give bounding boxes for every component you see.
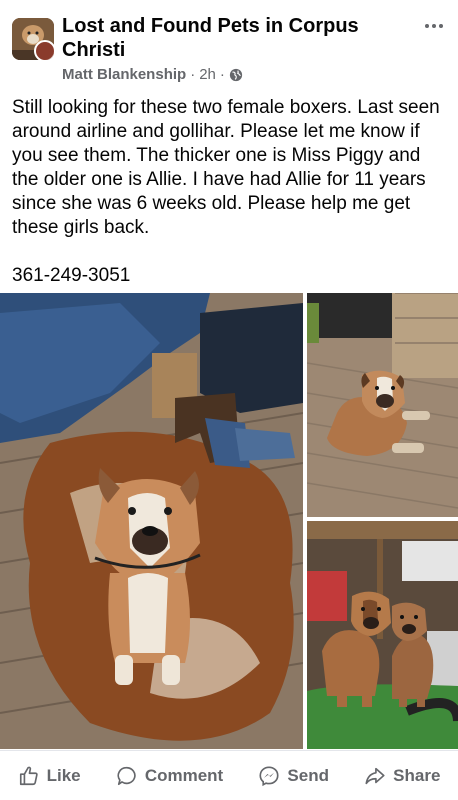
photo-main-image bbox=[0, 293, 303, 749]
post-meta: Matt Blankenship · 2h · bbox=[62, 66, 243, 83]
photo-main[interactable] bbox=[0, 293, 303, 749]
share-icon bbox=[365, 767, 385, 784]
comment-icon bbox=[117, 766, 136, 785]
send-label: Send bbox=[287, 765, 329, 785]
post-header: Lost and Found Pets in Corpus Christi Ma… bbox=[0, 0, 458, 92]
globe-icon[interactable] bbox=[229, 68, 243, 82]
group-sub-avatar bbox=[34, 40, 54, 60]
photo-grid bbox=[0, 293, 458, 749]
send-button[interactable]: Send bbox=[258, 765, 329, 787]
more-options-icon[interactable] bbox=[420, 14, 448, 38]
like-icon bbox=[19, 766, 38, 785]
post-time[interactable]: 2h bbox=[199, 66, 216, 83]
meta-separator: · bbox=[190, 66, 196, 83]
share-label: Share bbox=[393, 765, 441, 785]
author-name[interactable]: Matt Blankenship bbox=[62, 66, 186, 83]
like-label: Like bbox=[46, 765, 81, 785]
comment-button[interactable]: Comment bbox=[116, 765, 223, 787]
group-name[interactable]: Lost and Found Pets in Corpus Christi bbox=[62, 14, 392, 62]
like-button[interactable]: Like bbox=[18, 765, 81, 787]
comment-label: Comment bbox=[144, 765, 224, 785]
post-actions: Like Comment Send Share bbox=[0, 750, 458, 800]
post-body: Still looking for these two female boxer… bbox=[12, 96, 444, 264]
meta-separator-2: · bbox=[219, 66, 225, 83]
messenger-icon bbox=[259, 765, 279, 786]
photo-top-right[interactable] bbox=[307, 293, 458, 517]
photo-bottom-right-image bbox=[307, 521, 458, 749]
photo-bottom-right[interactable] bbox=[307, 521, 458, 749]
post-message: Still looking for these two female boxer… bbox=[12, 97, 440, 238]
group-avatar[interactable] bbox=[12, 18, 54, 60]
photo-top-right-image bbox=[307, 293, 458, 517]
share-button[interactable]: Share bbox=[364, 765, 440, 787]
post-phone[interactable]: 361-249-3051 bbox=[12, 264, 130, 288]
